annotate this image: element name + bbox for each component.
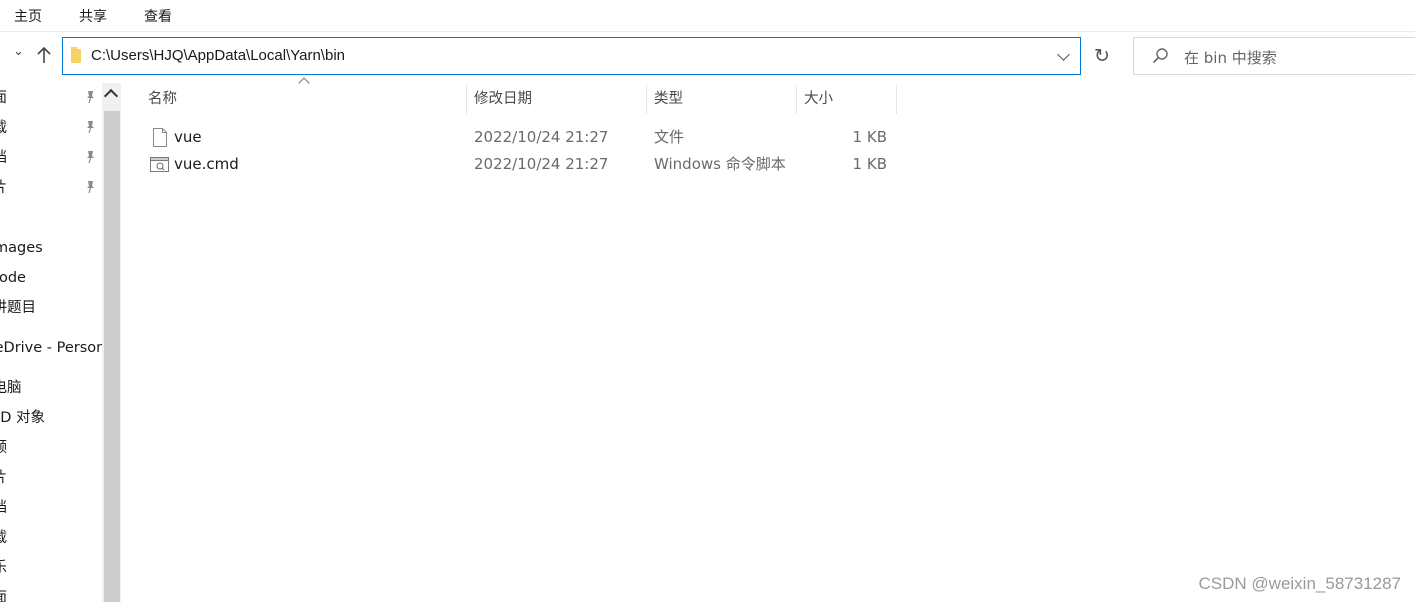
sidebar-item-3d-objects[interactable]: 3D 对象: [0, 403, 102, 433]
sidebar-item-code[interactable]: code: [0, 263, 102, 293]
sidebar-item-onedrive[interactable]: OneDrive - Personal: [0, 333, 102, 363]
sidebar-item-documents[interactable]: 文档: [0, 143, 102, 173]
file-name: vue.cmd: [174, 155, 239, 173]
navigation-pane: 桌面 下载 文档 图片 1 images code 演讲题目 OneDrive …: [0, 83, 102, 602]
tab-home[interactable]: 主页: [14, 6, 42, 26]
folder-icon: [71, 47, 81, 63]
refresh-button[interactable]: ↻: [1083, 37, 1121, 75]
column-header-name[interactable]: 名称: [148, 83, 177, 116]
column-divider[interactable]: [796, 85, 797, 114]
sidebar-item-desktop[interactable]: 桌面: [0, 83, 102, 113]
column-divider[interactable]: [466, 85, 467, 114]
sidebar-item-this-pc[interactable]: 此电脑: [0, 373, 102, 403]
sidebar-item-downloads[interactable]: 下载: [0, 113, 102, 143]
sidebar-item-documents-pc[interactable]: 文档: [0, 493, 102, 523]
recent-locations-chevron-icon[interactable]: ⌄: [13, 44, 24, 59]
file-row[interactable]: vue.cmd 2022/10/24 21:27 Windows 命令脚本 1 …: [122, 151, 902, 178]
scroll-up-icon[interactable]: [103, 88, 119, 104]
pin-icon: [87, 151, 94, 164]
column-divider[interactable]: [646, 85, 647, 114]
pin-icon: [87, 121, 94, 134]
ribbon-bar: 主页 共享 查看: [0, 0, 1415, 32]
file-row[interactable]: vue 2022/10/24 21:27 文件 1 KB: [122, 124, 902, 151]
up-arrow-icon[interactable]: [36, 46, 52, 68]
tab-share[interactable]: 共享: [79, 6, 107, 26]
file-name: vue: [174, 128, 202, 146]
sidebar-item-videos[interactable]: 视频: [0, 433, 102, 463]
search-input[interactable]: 在 bin 中搜索: [1133, 37, 1415, 75]
file-size: 1 KB: [852, 128, 887, 146]
address-path[interactable]: C:\Users\HJQ\AppData\Local\Yarn\bin: [91, 47, 345, 64]
refresh-icon: ↻: [1094, 45, 1110, 67]
file-date: 2022/10/24 21:27: [474, 155, 609, 173]
tab-view[interactable]: 查看: [144, 6, 172, 26]
sidebar-item-pictures[interactable]: 图片: [0, 173, 102, 203]
pin-icon: [87, 181, 94, 194]
sidebar-item-folder-1[interactable]: 1: [0, 203, 102, 233]
search-icon: [1152, 47, 1170, 69]
address-bar[interactable]: C:\Users\HJQ\AppData\Local\Yarn\bin: [62, 37, 1081, 75]
pin-icon: [87, 91, 94, 104]
sidebar-item-speech-topics[interactable]: 演讲题目: [0, 293, 102, 323]
file-type: Windows 命令脚本: [654, 155, 786, 173]
blank-file-icon: [153, 128, 167, 147]
column-divider[interactable]: [896, 85, 897, 114]
column-header-size[interactable]: 大小: [804, 83, 833, 116]
sidebar-scrollbar[interactable]: [102, 83, 121, 602]
column-header-type[interactable]: 类型: [654, 83, 683, 116]
file-size: 1 KB: [852, 155, 887, 173]
sidebar-item-music[interactable]: 音乐: [0, 553, 102, 583]
file-date: 2022/10/24 21:27: [474, 128, 609, 146]
file-type: 文件: [654, 128, 685, 146]
chevron-down-icon[interactable]: [1057, 48, 1070, 61]
sidebar-item-images[interactable]: images: [0, 233, 102, 263]
column-header-row: 名称 修改日期 类型 大小: [122, 77, 1415, 116]
sidebar-item-desktop-pc[interactable]: 桌面: [0, 583, 102, 602]
sidebar-item-downloads-pc[interactable]: 下载: [0, 523, 102, 553]
search-placeholder: 在 bin 中搜索: [1184, 49, 1277, 67]
cmd-script-icon: [150, 157, 169, 172]
sidebar-item-pictures-pc[interactable]: 图片: [0, 463, 102, 493]
scrollbar-thumb[interactable]: [104, 111, 120, 602]
column-header-date[interactable]: 修改日期: [474, 83, 532, 116]
watermark-text: CSDN @weixin_58731287: [1198, 574, 1401, 593]
